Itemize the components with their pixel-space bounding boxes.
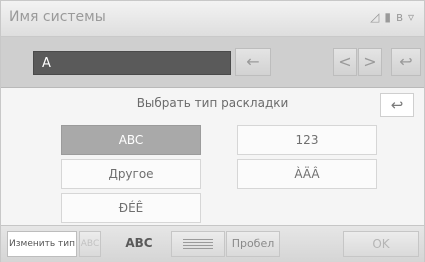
layout-heading-row: Выбрать тип раскладки ↩ [1, 92, 424, 120]
chevron-left-icon: < [338, 52, 352, 71]
cursor-left-button[interactable]: < [333, 48, 357, 76]
keyboard-lines-icon [183, 239, 213, 249]
back-icon: ↩ [390, 96, 404, 114]
abc-button[interactable]: ABC [117, 231, 161, 257]
change-type-button[interactable]: Изменить тип [7, 231, 77, 257]
backspace-button[interactable]: ← [235, 48, 271, 76]
input-row: A ← < > ↩ [1, 37, 424, 88]
layout-option-abc[interactable]: ABC [61, 125, 201, 155]
ok-button[interactable]: OK [343, 231, 419, 257]
undo-icon: ↩ [399, 52, 413, 71]
abc-faded-button[interactable]: ABC [79, 231, 101, 257]
panel-heading: Выбрать тип раскладки [136, 96, 289, 110]
back-button[interactable]: ↩ [380, 93, 414, 117]
keyboard-toggle-button[interactable] [171, 231, 225, 257]
arrow-left-icon: ← [246, 52, 260, 71]
layout-option-accented-a[interactable]: ÀÄÂ [237, 159, 377, 189]
keyboard-screen: Имя системы ◿ ▮ ʙ ▿ A ← < > ↩ Выбрать тип р… [0, 0, 425, 262]
space-button[interactable]: Пробел [226, 231, 280, 257]
layout-option-other[interactable]: Другое [61, 159, 201, 189]
bluetooth-icon: ʙ [396, 10, 405, 24]
bottom-bar: Изменить тип ABC ABC Пробел OK [1, 225, 424, 262]
text-input[interactable]: A [33, 51, 231, 75]
layout-option-accented-d[interactable]: ĐÉÊ [61, 193, 201, 223]
wifi-icon: ▿ [407, 10, 416, 24]
cursor-right-button[interactable]: > [358, 48, 382, 76]
battery-icon: ▮ [384, 10, 393, 24]
signal-icon: ◿ [370, 10, 382, 24]
undo-button[interactable]: ↩ [391, 48, 421, 76]
window-title: Имя системы [9, 9, 106, 25]
title-bar: Имя системы ◿ ▮ ʙ ▿ [1, 1, 424, 37]
chevron-right-icon: > [363, 52, 377, 71]
status-icons: ◿ ▮ ʙ ▿ [367, 10, 416, 24]
layout-option-123[interactable]: 123 [237, 125, 377, 155]
